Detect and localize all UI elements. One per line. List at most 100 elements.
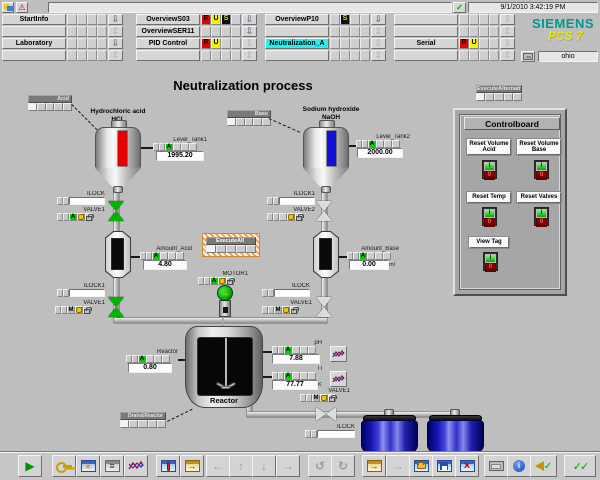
nav-extend-arrow[interactable]: ⇩ — [371, 14, 386, 25]
base-group-button[interactable]: Base — [227, 110, 271, 126]
alarm-warning-icon[interactable]: ⚠ — [16, 2, 28, 13]
acid-ilock-widget[interactable]: ILOCK — [57, 191, 105, 205]
acid-valve2-symbol[interactable] — [108, 297, 124, 317]
nav-right-button[interactable]: → — [276, 455, 300, 477]
reset-temp-button[interactable]: Reset Temp — [467, 192, 511, 203]
execute-alternativ-group[interactable]: ExecuteAlternativ — [476, 85, 522, 101]
trend-curves-button[interactable] — [124, 455, 148, 477]
acid-group-button[interactable]: Acid — [28, 95, 72, 111]
amount-base-widget[interactable]: Amount_Base A 0.00ml — [347, 246, 399, 270]
acid-valve1-symbol[interactable] — [108, 201, 124, 221]
drain-valve-symbol[interactable] — [316, 407, 336, 421]
nav-empty-button[interactable] — [2, 50, 66, 61]
undo-button[interactable]: ↺ — [308, 455, 332, 477]
reset-volume-base-switch[interactable]: I0 — [534, 160, 549, 179]
base-valve1b-widget[interactable]: VALVE1 M — [262, 300, 312, 314]
reset-valves-switch[interactable]: I0 — [534, 207, 549, 226]
nav-extend-arrow[interactable]: ⇩ — [108, 38, 123, 49]
ph-widget[interactable]: pH A 7.88 — [272, 340, 322, 364]
nav-left-button[interactable]: ← — [206, 455, 230, 477]
nav-empty-button[interactable] — [394, 50, 458, 61]
nav-extend-arrow[interactable]: ⇩ — [108, 26, 123, 37]
nav-up-button[interactable]: ↑ — [229, 455, 253, 477]
drain-ilock-widget[interactable]: ILOCK — [305, 424, 355, 438]
nav-extend-arrow[interactable]: ⇩ — [242, 50, 257, 61]
nav-extend-arrow[interactable]: ⇩ — [371, 38, 386, 49]
acid-ilock1-widget[interactable]: ILOCK1 — [57, 283, 105, 297]
reset-temp-switch[interactable]: I0 — [482, 207, 497, 226]
reset-volume-base-button[interactable]: Reset Volume Base — [517, 139, 561, 155]
picture-back-button[interactable]: → — [362, 455, 386, 477]
nav-extend-arrow[interactable]: ⇩ — [371, 50, 386, 61]
monitor-view-button[interactable] — [484, 455, 508, 477]
nav-pid-control-button[interactable]: PID Control — [136, 38, 200, 49]
nav-empty-button[interactable] — [394, 14, 458, 25]
reset-volume-acid-button[interactable]: Reset Volume Acid — [467, 139, 511, 155]
open-picture-button[interactable] — [409, 455, 433, 477]
ph-trend-button[interactable] — [330, 346, 347, 362]
nav-startinfo-button[interactable]: StartInfo — [2, 14, 66, 25]
redo-button[interactable]: ↻ — [331, 455, 355, 477]
picture-select-button[interactable]: ★ — [76, 455, 100, 477]
view-tag-button[interactable]: View Tag — [469, 237, 509, 248]
nav-extend-arrow[interactable]: ⇩ — [500, 38, 515, 49]
nav-extend-arrow[interactable]: ⇩ — [500, 26, 515, 37]
base-ilock1-widget[interactable]: ILOCK1 — [267, 191, 315, 205]
base-valve2-widget[interactable]: VALVE2 — [267, 207, 315, 221]
nav-empty-button[interactable] — [265, 26, 329, 37]
nav-overview-s03-button[interactable]: OverviewS03 — [136, 14, 200, 25]
nav-serial-button[interactable]: Serial — [394, 38, 458, 49]
message-ack-icon[interactable]: ✓ — [453, 2, 466, 13]
reset-valves-button[interactable]: Reset Valves — [517, 192, 561, 203]
ti-widget[interactable]: TI A 77.77K — [272, 366, 322, 390]
nav-empty-button[interactable] — [265, 50, 329, 61]
nav-extend-arrow[interactable]: ⇩ — [108, 14, 123, 25]
reset-volume-acid-switch[interactable]: I0 — [482, 160, 497, 179]
runtime-start-button[interactable]: ▶ — [18, 455, 42, 477]
ti-trend-button[interactable] — [330, 371, 347, 387]
base-valve2-symbol[interactable] — [316, 297, 332, 317]
picture-forward-button[interactable]: → — [386, 455, 410, 477]
nav-extend-arrow[interactable]: ⇩ — [500, 14, 515, 25]
nav-extend-arrow[interactable]: ⇩ — [500, 50, 515, 61]
nav-empty-button[interactable] — [394, 26, 458, 37]
motor1-widget[interactable]: MOTOR1 A — [198, 271, 248, 285]
audio-ack-button[interactable]: ✓ — [530, 455, 557, 477]
acid-valve1-widget[interactable]: VALVE1 A — [57, 207, 105, 221]
nav-overview-p10-button[interactable]: OverviewP10 — [265, 14, 329, 25]
amount-acid-widget[interactable]: Amount_Acid A 4.80 — [140, 246, 192, 270]
level-tank2-widget[interactable]: Level_Tank2 A 2000.00 — [356, 134, 410, 158]
nav-overview-ser11-button[interactable]: OverviewSER11 — [136, 26, 200, 37]
picture-select-icon[interactable] — [2, 2, 14, 13]
base-valve1-symbol[interactable] — [316, 201, 332, 221]
drain-reactor-group-button[interactable]: Drain&Reactor — [120, 412, 166, 428]
motor-running-symbol[interactable]: → — [217, 285, 233, 301]
save-picture-button[interactable] — [432, 455, 456, 477]
info-button[interactable]: i — [507, 455, 531, 477]
execute-all-group[interactable]: ExecuteAll — [202, 233, 260, 257]
acknowledge-all-button[interactable]: ✓✓ — [564, 455, 596, 477]
nav-neutralization-a-button[interactable]: Neutralization_A — [265, 38, 329, 49]
nav-extend-arrow[interactable]: ⇩ — [242, 14, 257, 25]
nav-extend-arrow[interactable]: ⇩ — [242, 38, 257, 49]
workstation-monitor-icon[interactable] — [521, 51, 535, 62]
login-key-button[interactable] — [52, 455, 76, 477]
nav-down-button[interactable]: ↓ — [252, 455, 276, 477]
report-button[interactable]: ≡ — [100, 455, 124, 477]
acid-valve1b-widget[interactable]: VALVE1 M — [55, 300, 105, 314]
reactor-level-widget[interactable]: Reactor A 0.80 — [126, 349, 178, 373]
level-tank1-widget[interactable]: Level_Tank1 A 1995.20 — [153, 137, 207, 161]
process-values-button[interactable] — [156, 455, 180, 477]
nav-laboratory-button[interactable]: Laboratory — [2, 38, 66, 49]
picture-change-button[interactable]: → — [180, 455, 204, 477]
nav-extend-arrow[interactable]: ⇩ — [108, 50, 123, 61]
view-tag-switch[interactable]: I0 — [483, 252, 498, 271]
base-ilock-widget[interactable]: ILOCK — [262, 283, 310, 297]
drain-valve-widget[interactable]: VALVE1 M — [300, 388, 350, 402]
delete-picture-button[interactable]: × — [455, 455, 479, 477]
nav-extend-arrow[interactable]: ⇩ — [371, 26, 386, 37]
nav-extend-arrow[interactable]: ⇩ — [242, 26, 257, 37]
nav-empty-button[interactable] — [136, 50, 200, 61]
alarm-message-line[interactable] — [48, 2, 452, 13]
nav-empty-button[interactable] — [2, 26, 66, 37]
